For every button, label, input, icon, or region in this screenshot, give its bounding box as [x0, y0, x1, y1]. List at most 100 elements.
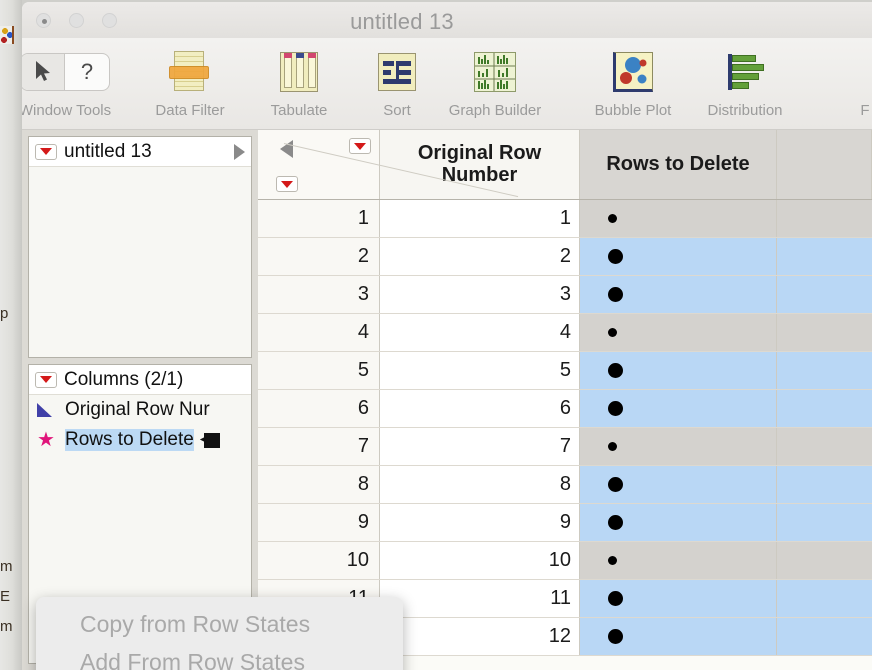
cell-original-row-number[interactable]: 8 — [380, 466, 580, 503]
cell-rows-to-delete[interactable] — [580, 542, 777, 579]
column-list-item-original-row-number[interactable]: Original Row Nur — [29, 395, 251, 425]
column-list-item-rows-to-delete[interactable]: ★ Rows to Delete — [29, 425, 251, 455]
row-state-marker-icon — [608, 477, 623, 492]
cell-empty — [777, 314, 872, 351]
row-state-marker-icon — [608, 363, 623, 378]
background-window-text-fragment: p — [0, 305, 22, 322]
table-row[interactable]: 77 — [258, 428, 872, 466]
toolbar-label: Distribution — [692, 102, 798, 119]
table-row[interactable]: 22 — [258, 238, 872, 276]
table-row[interactable]: 99 — [258, 504, 872, 542]
sort-icon — [344, 44, 450, 100]
table-panel-title: untitled 13 — [64, 141, 152, 163]
row-state-marker-icon — [608, 442, 617, 451]
row-number-cell[interactable]: 3 — [258, 276, 380, 313]
red-triangle-icon[interactable] — [349, 138, 371, 154]
cell-original-row-number[interactable]: 12 — [380, 618, 580, 655]
cell-rows-to-delete[interactable] — [580, 580, 777, 617]
columns-panel-header[interactable]: Columns (2/1) — [29, 365, 251, 395]
cell-rows-to-delete[interactable] — [580, 428, 777, 465]
red-triangle-icon[interactable] — [35, 144, 57, 160]
cell-rows-to-delete[interactable] — [580, 466, 777, 503]
column-header-rows-to-delete[interactable]: Rows to Delete — [580, 130, 777, 199]
toolbar-label: Sort — [344, 102, 450, 119]
table-panel-header[interactable]: untitled 13 — [29, 137, 251, 167]
tabulate-icon — [246, 44, 352, 100]
cell-original-row-number[interactable]: 4 — [380, 314, 580, 351]
row-number-cell[interactable]: 7 — [258, 428, 380, 465]
data-table: Original Row Number Rows to Delete 11223… — [258, 130, 872, 670]
toolbar-item-data-filter[interactable]: Data Filter — [137, 44, 243, 119]
cell-empty — [777, 466, 872, 503]
toolbar-label: Graph Builder — [442, 102, 548, 119]
cell-empty — [777, 238, 872, 275]
row-number-cell[interactable]: 8 — [258, 466, 380, 503]
row-state-marker-icon — [608, 515, 623, 530]
table-row[interactable]: 1010 — [258, 542, 872, 580]
row-state-marker-icon — [608, 328, 617, 337]
column-header-empty — [777, 130, 872, 199]
title-bar: untitled 13 — [22, 2, 872, 38]
cell-rows-to-delete[interactable] — [580, 314, 777, 351]
table-row[interactable]: 55 — [258, 352, 872, 390]
toolbar-item-partial[interactable]: F — [812, 44, 872, 119]
row-number-cell[interactable]: 5 — [258, 352, 380, 389]
cell-rows-to-delete[interactable] — [580, 618, 777, 655]
cell-original-row-number[interactable]: 3 — [380, 276, 580, 313]
cell-original-row-number[interactable]: 11 — [380, 580, 580, 617]
cell-rows-to-delete[interactable] — [580, 390, 777, 427]
column-name: Original Row Nur — [65, 399, 210, 421]
menu-item-copy-from-row-states: Copy from Row States — [36, 605, 403, 643]
table-row[interactable]: 88 — [258, 466, 872, 504]
toolbar-item-distribution[interactable]: Distribution — [692, 44, 798, 119]
arrow-cursor-icon — [33, 60, 53, 84]
cell-rows-to-delete[interactable] — [580, 276, 777, 313]
cell-rows-to-delete[interactable] — [580, 238, 777, 275]
cell-rows-to-delete[interactable] — [580, 200, 777, 237]
cell-original-row-number[interactable]: 9 — [380, 504, 580, 541]
cell-original-row-number[interactable]: 2 — [380, 238, 580, 275]
table-row[interactable]: 33 — [258, 276, 872, 314]
row-state-marker-icon — [608, 287, 623, 302]
toolbar-item-sort[interactable]: Sort — [344, 44, 450, 119]
toolbar-item-window-tools[interactable]: ? Window Tools — [22, 44, 118, 119]
row-number-cell[interactable]: 6 — [258, 390, 380, 427]
cell-original-row-number[interactable]: 7 — [380, 428, 580, 465]
table-row[interactable]: 66 — [258, 390, 872, 428]
row-number-cell[interactable]: 4 — [258, 314, 380, 351]
cell-empty — [777, 276, 872, 313]
window-title: untitled 13 — [22, 9, 872, 35]
cell-empty — [777, 542, 872, 579]
toolbar-item-bubble-plot[interactable]: Bubble Plot — [580, 44, 686, 119]
left-panel: untitled 13 Columns (2/1) Original Row N… — [22, 130, 258, 670]
triangle-right-icon[interactable] — [234, 144, 245, 160]
row-number-cell[interactable]: 9 — [258, 504, 380, 541]
row-state-marker-icon — [608, 629, 623, 644]
cell-empty — [777, 504, 872, 541]
table-row[interactable]: 44 — [258, 314, 872, 352]
distribution-icon — [692, 44, 798, 100]
cell-original-row-number[interactable]: 1 — [380, 200, 580, 237]
background-window-fragment: p m E m — [0, 0, 22, 670]
red-triangle-icon[interactable] — [276, 176, 298, 192]
question-mark-icon: ? — [65, 54, 109, 90]
row-number-cell[interactable]: 2 — [258, 238, 380, 275]
toolbar-label: Window Tools — [22, 102, 118, 119]
row-state-marker-icon — [608, 591, 623, 606]
toolbar-item-tabulate[interactable]: Tabulate — [246, 44, 352, 119]
table-corner-cell[interactable] — [258, 130, 380, 199]
red-triangle-icon[interactable] — [35, 372, 57, 388]
cell-original-row-number[interactable]: 10 — [380, 542, 580, 579]
cell-rows-to-delete[interactable] — [580, 352, 777, 389]
row-number-cell[interactable]: 1 — [258, 200, 380, 237]
cell-original-row-number[interactable]: 6 — [380, 390, 580, 427]
cell-rows-to-delete[interactable] — [580, 504, 777, 541]
toolbar-item-graph-builder[interactable]: Graph Builder — [442, 44, 548, 119]
row-number-cell[interactable]: 10 — [258, 542, 380, 579]
graph-builder-icon — [442, 44, 548, 100]
jmp-data-table-window: untitled 13 ? Window Tools — [22, 2, 872, 670]
rowstate-pink-star-icon: ★ — [35, 430, 57, 450]
background-window-icon — [0, 26, 14, 44]
table-row[interactable]: 11 — [258, 200, 872, 238]
cell-original-row-number[interactable]: 5 — [380, 352, 580, 389]
